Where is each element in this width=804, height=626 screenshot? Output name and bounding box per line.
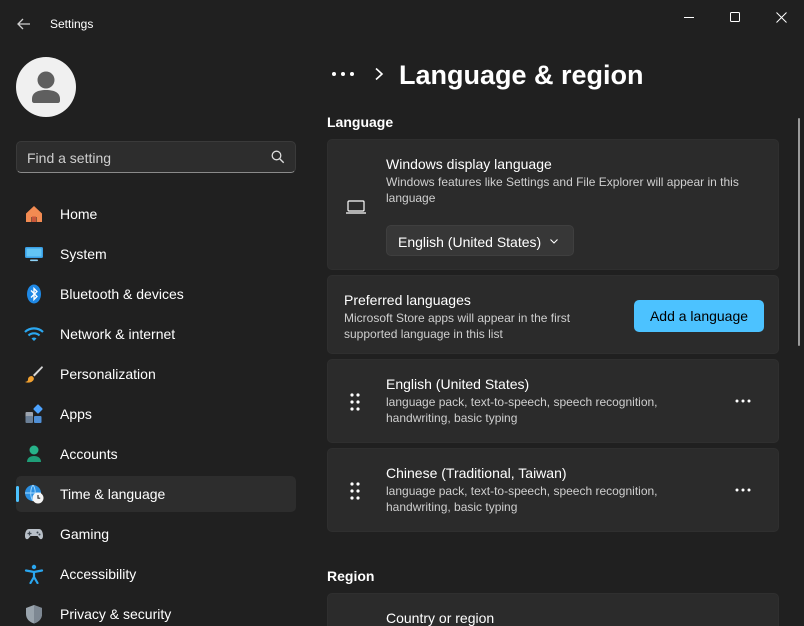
bluetooth-icon bbox=[27, 284, 41, 304]
sidebar-item-label: Time & language bbox=[60, 486, 166, 502]
search-input[interactable]: Find a setting bbox=[27, 150, 111, 166]
display-language-dropdown[interactable]: English (United States) bbox=[386, 225, 574, 256]
search-icon[interactable] bbox=[271, 150, 285, 164]
sidebar-item-label: Apps bbox=[60, 406, 92, 422]
chevron-right-icon bbox=[375, 67, 384, 81]
language-name: Chinese (Traditional, Taiwan) bbox=[386, 465, 567, 481]
sidebar-item-gaming[interactable]: Gaming bbox=[16, 516, 296, 552]
back-arrow-icon bbox=[17, 18, 30, 30]
sidebar-item-label: Personalization bbox=[60, 366, 156, 382]
sidebar-item-label: Home bbox=[60, 206, 98, 222]
breadcrumb-more-icon[interactable] bbox=[330, 64, 356, 84]
sidebar-item-personalization[interactable]: Personalization bbox=[16, 356, 296, 392]
preferred-languages-title: Preferred languages bbox=[344, 292, 471, 308]
sidebar-item-label: Accessibility bbox=[60, 566, 137, 582]
home-icon bbox=[26, 206, 42, 222]
display-language-title: Windows display language bbox=[386, 156, 552, 172]
preferred-languages-description: Microsoft Store apps will appear in the … bbox=[344, 311, 571, 341]
maximize-button[interactable] bbox=[712, 4, 758, 30]
language-details: language pack, text-to-speech, speech re… bbox=[386, 395, 658, 425]
language-details: language pack, text-to-speech, speech re… bbox=[386, 484, 658, 514]
more-options-icon[interactable] bbox=[730, 480, 756, 500]
close-button[interactable] bbox=[758, 4, 804, 30]
close-icon bbox=[775, 11, 787, 23]
back-button[interactable] bbox=[10, 12, 38, 36]
accessibility-icon bbox=[24, 564, 44, 584]
sidebar-item-system[interactable]: System bbox=[16, 236, 296, 272]
section-title-language: Language bbox=[327, 114, 394, 130]
country-region-title: Country or region bbox=[386, 610, 495, 626]
minimize-button[interactable] bbox=[666, 4, 712, 30]
laptop-icon bbox=[346, 200, 366, 214]
globe-clock-icon bbox=[25, 484, 44, 504]
sidebar-item-label: Gaming bbox=[60, 526, 110, 542]
page-title: Language & region bbox=[399, 60, 644, 90]
gamepad-icon bbox=[25, 529, 43, 540]
maximize-icon bbox=[730, 12, 740, 22]
more-options-icon[interactable] bbox=[730, 391, 756, 411]
sidebar-item-privacy[interactable]: Privacy & security bbox=[16, 596, 296, 626]
language-row-chinese[interactable]: Chinese (Traditional, Taiwan) language p… bbox=[327, 448, 779, 532]
selection-indicator bbox=[16, 486, 19, 502]
sidebar-item-label: Privacy & security bbox=[60, 606, 172, 622]
section-title-region: Region bbox=[327, 568, 375, 584]
language-row-english[interactable]: English (United States) language pack, t… bbox=[327, 359, 779, 443]
sidebar-item-network[interactable]: Network & internet bbox=[16, 316, 296, 352]
drag-handle-icon[interactable] bbox=[348, 481, 362, 501]
apps-icon bbox=[25, 404, 43, 423]
shield-icon bbox=[26, 605, 42, 624]
app-title: Settings bbox=[50, 17, 94, 31]
display-language-description: Windows features like Settings and File … bbox=[386, 175, 739, 205]
accounts-icon bbox=[27, 445, 41, 462]
language-name: English (United States) bbox=[386, 376, 530, 392]
title-bar: Settings bbox=[0, 0, 804, 48]
display-language-card: Windows display language Windows feature… bbox=[327, 139, 779, 270]
sidebar-item-label: Network & internet bbox=[60, 326, 176, 342]
search-box[interactable]: Find a setting bbox=[16, 141, 296, 173]
sidebar-item-label: Accounts bbox=[60, 446, 118, 462]
sidebar-item-home[interactable]: Home bbox=[16, 196, 296, 232]
system-icon bbox=[25, 247, 43, 262]
avatar[interactable] bbox=[16, 57, 76, 117]
dropdown-selected-value: English (United States) bbox=[398, 234, 542, 250]
chevron-down-icon bbox=[550, 239, 558, 244]
minimize-icon bbox=[684, 17, 694, 18]
preferred-languages-card: Preferred languages Microsoft Store apps… bbox=[327, 275, 779, 354]
user-icon bbox=[32, 71, 60, 103]
scrollbar-thumb[interactable] bbox=[798, 118, 800, 346]
brush-icon bbox=[25, 366, 43, 383]
sidebar-item-accessibility[interactable]: Accessibility bbox=[16, 556, 296, 592]
country-region-card[interactable]: Country or region bbox=[327, 593, 779, 626]
sidebar-item-accounts[interactable]: Accounts bbox=[16, 436, 296, 472]
sidebar-item-time-language[interactable]: Time & language bbox=[16, 476, 296, 512]
sidebar-item-apps[interactable]: Apps bbox=[16, 396, 296, 432]
sidebar-item-bluetooth[interactable]: Bluetooth & devices bbox=[16, 276, 296, 312]
wifi-icon bbox=[24, 327, 44, 341]
sidebar-item-label: System bbox=[60, 246, 107, 262]
add-language-button[interactable]: Add a language bbox=[634, 300, 764, 332]
sidebar-item-label: Bluetooth & devices bbox=[60, 286, 184, 302]
drag-handle-icon[interactable] bbox=[348, 392, 362, 412]
